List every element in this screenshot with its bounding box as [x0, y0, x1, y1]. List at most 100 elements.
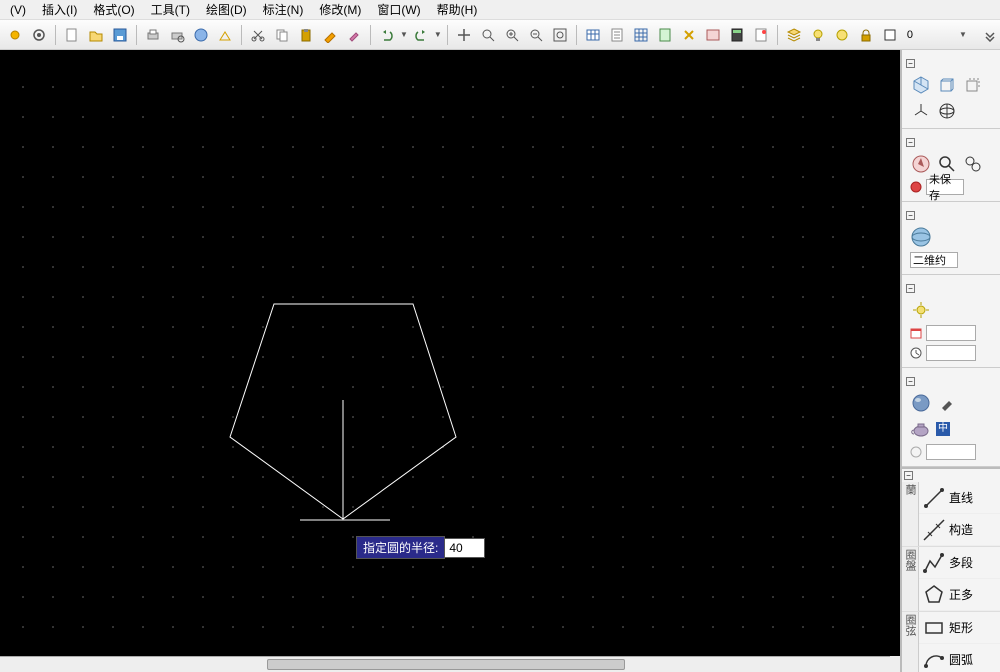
scrollbar-h[interactable]	[0, 656, 890, 672]
time-field[interactable]	[926, 345, 976, 361]
unsaved-label[interactable]: 未保存	[926, 179, 964, 195]
circle-icon	[910, 181, 922, 193]
globe-large-icon[interactable]	[910, 226, 932, 248]
main-area: 指定圆的半径:	[0, 50, 900, 672]
paint-icon[interactable]	[936, 392, 958, 414]
layers-icon[interactable]	[783, 24, 805, 46]
canvas[interactable]: 指定圆的半径:	[0, 50, 900, 672]
collapse-icon[interactable]: −	[906, 284, 915, 293]
modify-category-label: 圈盤	[902, 547, 919, 611]
rectangle-icon	[919, 613, 949, 643]
brush-icon[interactable]	[343, 24, 365, 46]
right-dock: − − 未保存 − 二维约 −	[900, 50, 1000, 672]
material-field[interactable]	[926, 444, 976, 460]
cube-badge[interactable]: 中	[936, 422, 950, 436]
polyline-icon	[919, 548, 949, 578]
sheet-set-icon[interactable]	[606, 24, 628, 46]
lock-icon[interactable]	[855, 24, 877, 46]
pan-icon[interactable]	[453, 24, 475, 46]
workspace-panel: − 二维约	[902, 202, 1000, 275]
workspace-select[interactable]: 二维约	[910, 252, 958, 268]
tool-polygon[interactable]: 正多	[919, 579, 1000, 611]
drawing-layer	[0, 60, 890, 656]
tool-label: 矩形	[949, 619, 1000, 636]
publish-icon[interactable]	[190, 24, 212, 46]
undo-icon[interactable]	[376, 24, 398, 46]
prompt-label: 指定圆的半径:	[356, 536, 445, 559]
zoom-extents-icon[interactable]	[549, 24, 571, 46]
redo-icon[interactable]	[410, 24, 432, 46]
print-icon[interactable]	[142, 24, 164, 46]
collapse-icon[interactable]: −	[906, 138, 915, 147]
open-icon[interactable]	[85, 24, 107, 46]
zoom-in-icon[interactable]	[501, 24, 523, 46]
polygon-icon	[919, 580, 949, 610]
cut-icon[interactable]	[247, 24, 269, 46]
separator	[777, 25, 778, 45]
menu-tools[interactable]: 工具(T)	[143, 0, 198, 20]
zoom-out-icon[interactable]	[525, 24, 547, 46]
sun-plot-icon[interactable]	[910, 299, 932, 321]
new-icon[interactable]	[61, 24, 83, 46]
radius-input[interactable]	[445, 538, 485, 558]
tool-construction-line[interactable]: 构造	[919, 514, 1000, 546]
menu-format[interactable]: 格式(O)	[85, 0, 142, 20]
tool-label: 构造	[949, 521, 1000, 538]
tool-polyline[interactable]: 多段	[919, 547, 1000, 579]
ucs-icon[interactable]	[910, 100, 932, 122]
print-preview-icon[interactable]	[166, 24, 188, 46]
collapse-icon[interactable]: −	[906, 59, 915, 68]
dropdown-arrow-icon[interactable]: ▼	[434, 30, 442, 39]
zoom-window-icon[interactable]	[477, 24, 499, 46]
find-replace-icon[interactable]	[962, 153, 984, 175]
menu-help[interactable]: 帮助(H)	[429, 0, 486, 20]
match-prop-icon[interactable]	[319, 24, 341, 46]
paste-icon[interactable]	[295, 24, 317, 46]
construction-line-icon	[919, 515, 949, 545]
markup-icon[interactable]	[750, 24, 772, 46]
globe-icon[interactable]	[936, 100, 958, 122]
color-square-icon[interactable]	[879, 24, 901, 46]
save-icon[interactable]	[109, 24, 131, 46]
tool-arc[interactable]: 圆弧	[919, 644, 1000, 672]
tool-line[interactable]: 直线	[919, 482, 1000, 514]
clock-icon	[910, 347, 922, 359]
layer-name[interactable]: 0	[903, 29, 917, 41]
properties-icon[interactable]	[702, 24, 724, 46]
collapse-icon[interactable]: −	[904, 471, 913, 480]
menu-insert[interactable]: 插入(I)	[34, 0, 85, 20]
sun-icon[interactable]	[4, 24, 26, 46]
collapse-icon[interactable]: −	[906, 377, 915, 386]
freeze-icon[interactable]	[831, 24, 853, 46]
copy-icon[interactable]	[271, 24, 293, 46]
bulb-icon[interactable]	[807, 24, 829, 46]
date-field[interactable]	[926, 325, 976, 341]
sphere-icon[interactable]	[910, 392, 932, 414]
menu-window[interactable]: 窗口(W)	[369, 0, 428, 20]
gear-icon[interactable]	[28, 24, 50, 46]
calc-icon[interactable]	[726, 24, 748, 46]
collapse-icon[interactable]: −	[906, 211, 915, 220]
calendar-icon	[910, 327, 922, 339]
table-icon[interactable]	[582, 24, 604, 46]
toolbar-overflow-icon[interactable]	[982, 28, 998, 44]
menu-dimension[interactable]: 标注(N)	[255, 0, 312, 20]
scroll-corner	[890, 656, 900, 672]
menu-modify[interactable]: 修改(M)	[311, 0, 369, 20]
wireframe-cube-icon[interactable]	[936, 74, 958, 96]
tool-rectangle[interactable]: 矩形	[919, 612, 1000, 644]
grid-icon[interactable]	[630, 24, 652, 46]
menu-draw[interactable]: 绘图(D)	[198, 0, 255, 20]
dropdown-arrow-icon[interactable]: ▼	[959, 30, 967, 39]
plot-icon[interactable]	[214, 24, 236, 46]
dropdown-arrow-icon[interactable]: ▼	[400, 30, 408, 39]
menu-v[interactable]: (V)	[2, 1, 34, 19]
hidden-cube-icon[interactable]	[962, 74, 984, 96]
tool-label: 直线	[949, 489, 1000, 506]
cube-icon[interactable]	[910, 74, 932, 96]
tools-icon[interactable]	[678, 24, 700, 46]
teapot-icon[interactable]	[910, 418, 932, 440]
separator	[447, 25, 448, 45]
sheet-icon[interactable]	[654, 24, 676, 46]
tool-label: 多段	[949, 554, 1000, 571]
